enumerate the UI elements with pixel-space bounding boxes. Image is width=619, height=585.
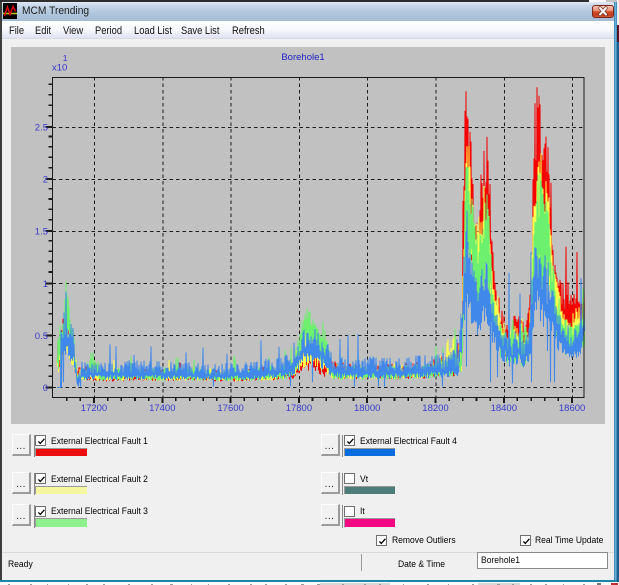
svg-text:2: 2 — [43, 175, 48, 186]
svg-text:0.5: 0.5 — [35, 331, 48, 342]
svg-text:17800: 17800 — [286, 403, 312, 414]
svg-text:18600: 18600 — [559, 403, 585, 414]
svg-text:x10: x10 — [52, 63, 67, 74]
svg-text:17600: 17600 — [217, 403, 243, 414]
svg-text:18000: 18000 — [354, 403, 380, 414]
svg-text:1: 1 — [43, 279, 48, 290]
svg-text:17200: 17200 — [81, 403, 107, 414]
svg-text:18400: 18400 — [491, 403, 517, 414]
svg-text:1: 1 — [63, 53, 68, 63]
svg-text:Borehole1: Borehole1 — [281, 52, 324, 63]
svg-text:2.5: 2.5 — [35, 123, 48, 134]
svg-text:0: 0 — [43, 383, 48, 394]
svg-text:17400: 17400 — [149, 403, 175, 414]
svg-text:1.5: 1.5 — [35, 227, 48, 238]
svg-text:18200: 18200 — [422, 403, 448, 414]
